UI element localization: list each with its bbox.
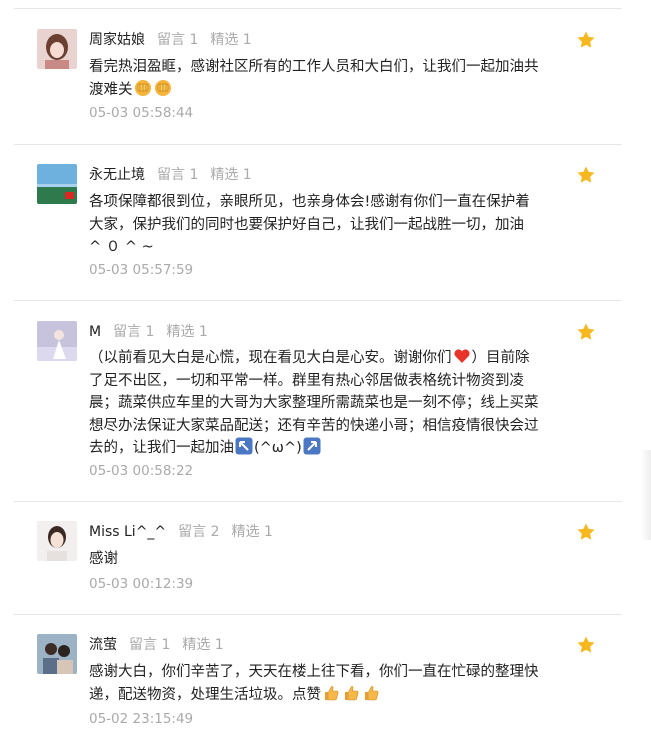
avatar-portrait-image bbox=[37, 521, 77, 561]
featured-count: 精选 1 bbox=[231, 524, 273, 540]
heart-emoji-icon bbox=[453, 349, 470, 363]
nickname[interactable]: M bbox=[89, 324, 101, 340]
nickname[interactable]: 周家姑娘 bbox=[89, 32, 145, 48]
top-divider bbox=[14, 8, 622, 9]
star-icon[interactable] bbox=[576, 322, 596, 342]
star-icon[interactable] bbox=[576, 165, 596, 185]
avatar[interactable] bbox=[37, 164, 77, 204]
featured-count: 精选 1 bbox=[210, 167, 252, 183]
avatar[interactable] bbox=[37, 321, 77, 361]
comment-meta: M 留言 1 精选 1 bbox=[89, 322, 220, 342]
message-count: 留言 1 bbox=[157, 167, 199, 183]
comment-item: Miss Li^_^ 留言 2 精选 1 感谢 05-03 00:12:39 bbox=[14, 521, 622, 615]
comment-content: 感谢 bbox=[89, 551, 118, 567]
comment-text: （以前看见大白是心慌，现在看见大白是心安。谢谢你们 bbox=[89, 350, 452, 366]
star-icon[interactable] bbox=[576, 522, 596, 542]
avatar-couple-image bbox=[37, 634, 77, 674]
message-count: 留言 1 bbox=[129, 637, 171, 653]
featured-count: 精选 1 bbox=[182, 637, 224, 653]
comment-meta: 周家姑娘 留言 1 精选 1 bbox=[89, 30, 264, 50]
comment-meta: Miss Li^_^ 留言 2 精选 1 bbox=[89, 522, 285, 542]
message-count: 留言 1 bbox=[113, 324, 155, 340]
comment-content: （以前看见大白是心慌，现在看见大白是心安。谢谢你们 ）目前除了足不出区，一切和平常… bbox=[89, 347, 539, 460]
comment-item: 流萤 留言 1 精选 1 感谢大白，你们辛苦了，天天在楼上往下看，你们一直在忙碌的整… bbox=[14, 634, 622, 743]
comment-meta: 流萤 留言 1 精选 1 bbox=[89, 635, 236, 655]
comment-content: 各项保障都很到位，亲眼所见，也亲身体会!感谢有你们一直在保护着大家，保护我们的同… bbox=[89, 194, 530, 255]
nickname[interactable]: 流萤 bbox=[89, 637, 117, 653]
message-count: 留言 1 bbox=[157, 32, 199, 48]
featured-count: 精选 1 bbox=[210, 32, 252, 48]
featured-count: 精选 1 bbox=[166, 324, 208, 340]
avatar-figure-image bbox=[37, 321, 77, 361]
thumbs-up-emoji-icon bbox=[325, 685, 339, 700]
arrow-up-left-icon bbox=[235, 437, 253, 455]
avatar[interactable] bbox=[37, 521, 77, 561]
comment-text: 感谢大白，你们辛苦了，天天在楼上往下看，你们一直在忙碌的整理快递，配送物资，处理… bbox=[89, 664, 539, 703]
avatar[interactable] bbox=[37, 29, 77, 69]
arrow-up-right-icon bbox=[303, 437, 321, 455]
comment-item: 永无止境 留言 1 精选 1 各项保障都很到位，亲眼所见，也亲身体会!感谢有你们一直… bbox=[14, 164, 622, 301]
comment-text: (^ω^) bbox=[254, 440, 302, 456]
thumbs-up-emoji-icon bbox=[365, 685, 379, 700]
comment-content: 感谢大白，你们辛苦了，天天在楼上往下看，你们一直在忙碌的整理快递，配送物资，处理… bbox=[89, 661, 539, 706]
fist-emoji-icon bbox=[134, 79, 151, 96]
comment-meta: 永无止境 留言 1 精选 1 bbox=[89, 165, 264, 185]
comment-item: M 留言 1 精选 1 （以前看见大白是心慌，现在看见大白是心安。谢谢你们 ）目前除了… bbox=[14, 321, 622, 502]
comment-time: 05-03 05:58:44 bbox=[89, 105, 194, 121]
nickname[interactable]: Miss Li^_^ bbox=[89, 524, 166, 540]
comment-time: 05-03 05:57:59 bbox=[89, 262, 194, 278]
comment-content: 看完热泪盈眶，感谢社区所有的工作人员和大白们，让我们一起加油共渡难关 bbox=[89, 56, 539, 101]
comment-item: 周家姑娘 留言 1 精选 1 看完热泪盈眶，感谢社区所有的工作人员和大白们，让我们一… bbox=[14, 29, 622, 145]
fist-emoji-icon bbox=[154, 79, 171, 96]
avatar-landscape-image bbox=[37, 164, 77, 204]
thumbs-up-emoji-icon bbox=[345, 685, 359, 700]
scroll-edge-shadow bbox=[641, 450, 651, 540]
comments-page: 周家姑娘 留言 1 精选 1 看完热泪盈眶，感谢社区所有的工作人员和大白们，让我们一… bbox=[0, 0, 651, 743]
star-icon[interactable] bbox=[576, 30, 596, 50]
comment-time: 05-03 00:58:22 bbox=[89, 463, 194, 479]
comment-time: 05-02 23:15:49 bbox=[89, 711, 194, 727]
avatar-girl-image bbox=[37, 29, 77, 69]
comment-time: 05-03 00:12:39 bbox=[89, 576, 194, 592]
nickname[interactable]: 永无止境 bbox=[89, 167, 145, 183]
avatar[interactable] bbox=[37, 634, 77, 674]
star-icon[interactable] bbox=[576, 635, 596, 655]
message-count: 留言 2 bbox=[178, 524, 220, 540]
